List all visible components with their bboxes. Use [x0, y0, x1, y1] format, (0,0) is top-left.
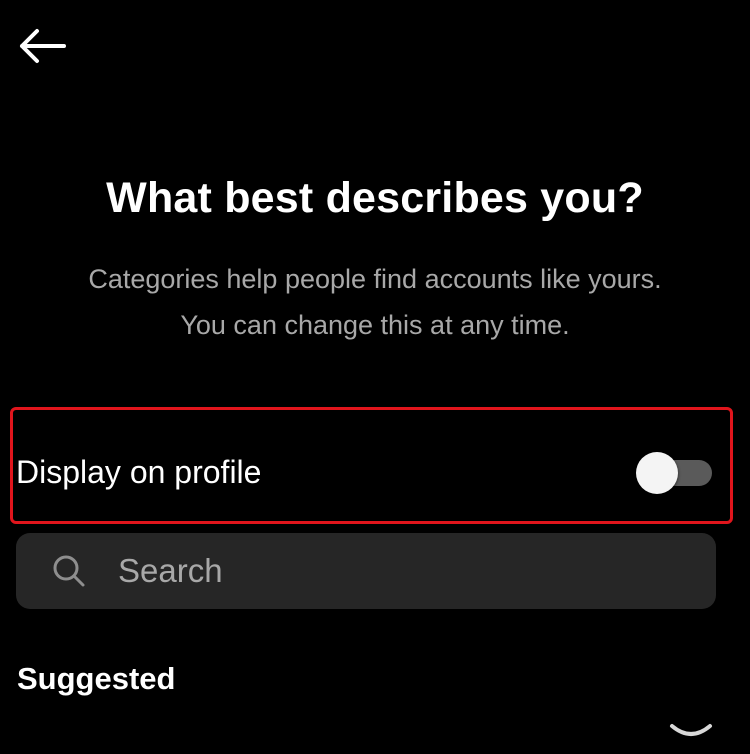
display-on-profile-label: Display on profile: [16, 453, 262, 490]
page-subtitle: Categories help people find accounts lik…: [0, 256, 750, 348]
search-input[interactable]: [118, 552, 678, 590]
arrow-left-icon: [20, 29, 66, 63]
suggested-heading: Suggested: [17, 661, 176, 696]
search-bar[interactable]: [16, 533, 716, 609]
toggle-knob: [636, 452, 678, 494]
search-icon: [52, 554, 86, 588]
page-title: What best describes you?: [106, 174, 644, 222]
display-on-profile-row[interactable]: Display on profile: [16, 440, 716, 504]
subtitle-line-1: Categories help people find accounts lik…: [88, 264, 662, 294]
back-button[interactable]: [14, 22, 70, 70]
display-on-profile-toggle[interactable]: [636, 448, 716, 496]
list-item-peek: [666, 722, 716, 754]
subtitle-line-2: You can change this at any time.: [180, 310, 570, 340]
